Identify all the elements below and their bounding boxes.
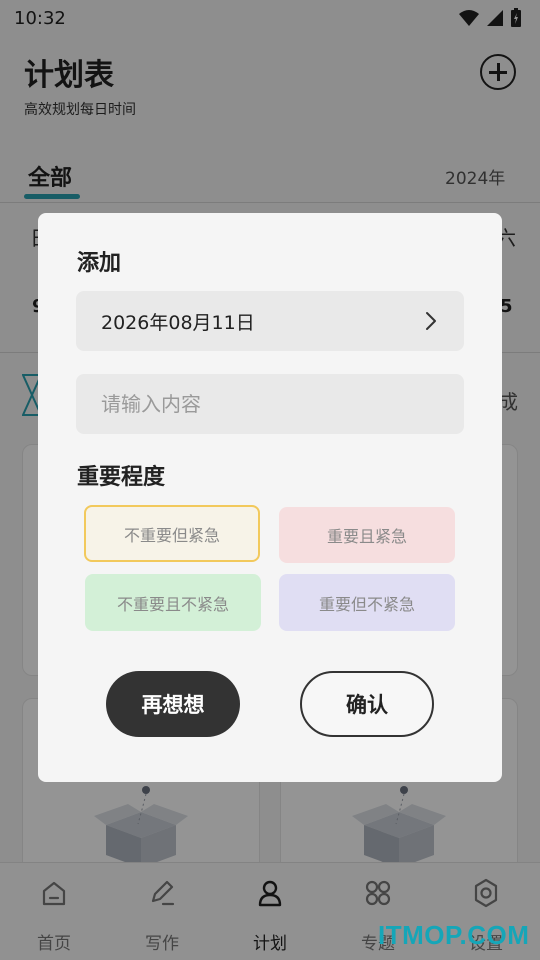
content-input[interactable] — [76, 374, 464, 434]
date-picker-row[interactable]: 2026年08月11日 — [76, 291, 464, 351]
confirm-button[interactable]: 确认 — [300, 671, 434, 737]
date-value: 2026年08月11日 — [101, 311, 255, 334]
dialog-title: 添加 — [77, 251, 122, 276]
option-important-not-urgent[interactable]: 重要但不紧急 — [279, 574, 455, 631]
option-not-important-not-urgent[interactable]: 不重要且不紧急 — [85, 574, 261, 631]
importance-label: 重要程度 — [77, 465, 166, 490]
watermark: ITMOP.COM — [378, 920, 530, 950]
option-not-important-urgent[interactable]: 不重要但紧急 — [84, 505, 260, 562]
chevron-right-icon — [426, 312, 436, 330]
add-plan-dialog: 添加 2026年08月11日 重要程度 不重要但紧急 重要且紧急 不重要且不紧急… — [38, 213, 502, 782]
cancel-button[interactable]: 再想想 — [106, 671, 240, 737]
option-important-urgent[interactable]: 重要且紧急 — [279, 507, 455, 563]
